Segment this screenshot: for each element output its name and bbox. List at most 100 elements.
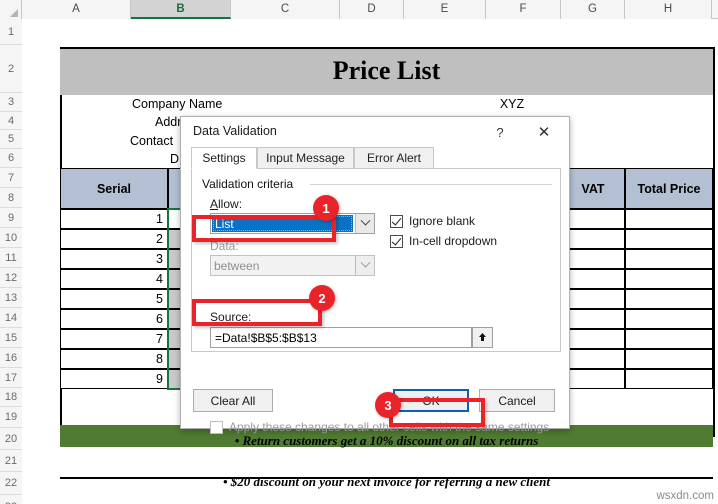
table-row[interactable]: 2 <box>60 229 168 249</box>
row-header-11[interactable]: 11 <box>0 248 22 268</box>
total-price-cell[interactable] <box>625 249 713 269</box>
column-header-g[interactable]: G <box>561 0 625 19</box>
table-row[interactable]: 8 <box>60 349 168 369</box>
row-header-9[interactable]: 9 <box>0 208 22 228</box>
vat-cell[interactable] <box>561 249 625 269</box>
row-header-17[interactable]: 17 <box>0 368 22 388</box>
total-price-cell[interactable] <box>625 329 713 349</box>
annotation-badge-2: 2 <box>309 285 335 311</box>
row-header-2[interactable]: 2 <box>0 45 22 93</box>
data-validation-dialog[interactable]: Data Validation ? ✕ Settings Input Messa… <box>180 116 570 434</box>
tab-error-alert[interactable]: Error Alert <box>354 147 434 169</box>
in-cell-dropdown-checkbox[interactable]: In-cell dropdown <box>390 234 497 248</box>
vat-cell[interactable] <box>561 309 625 329</box>
column-header-d[interactable]: D <box>340 0 404 19</box>
column-header-a[interactable]: A <box>22 0 131 19</box>
row-header-6[interactable]: 6 <box>0 149 22 168</box>
row-header-18[interactable]: 18 <box>0 388 22 407</box>
chevron-down-icon[interactable] <box>355 214 374 233</box>
validation-criteria-label: Validation criteria <box>202 177 299 191</box>
row-header-12[interactable]: 12 <box>0 268 22 288</box>
source-input[interactable]: =Data!$B$5:$B$13 <box>210 327 472 348</box>
column-header-f[interactable]: F <box>486 0 561 19</box>
row-header-7[interactable]: 7 <box>0 168 22 188</box>
checkbox-icon <box>390 214 403 228</box>
data-label: Data: <box>210 239 239 253</box>
chevron-down-icon <box>355 256 374 275</box>
vat-cell[interactable] <box>561 289 625 309</box>
clear-all-button[interactable]: Clear All <box>193 389 273 412</box>
column-header-c[interactable]: C <box>231 0 340 19</box>
total-price-cell[interactable] <box>625 269 713 289</box>
row-header-23[interactable]: 23 <box>0 495 22 504</box>
dialog-title-bar[interactable]: Data Validation ? ✕ <box>181 117 569 147</box>
total-price-cell[interactable] <box>625 309 713 329</box>
range-picker-icon[interactable] <box>472 327 493 348</box>
source-label: Source: <box>210 310 252 324</box>
total-price-cell[interactable] <box>625 289 713 309</box>
ignore-blank-label: Ignore blank <box>409 214 476 228</box>
table-header-serial: Serial <box>60 168 168 209</box>
table-row[interactable]: 5 <box>60 289 168 309</box>
ok-button[interactable]: OK <box>393 389 469 412</box>
row-header-8[interactable]: 8 <box>0 188 22 208</box>
column-header-e[interactable]: E <box>404 0 486 19</box>
vat-cell[interactable] <box>561 269 625 289</box>
clear-all-label: Clear All <box>210 393 256 408</box>
row-header-3[interactable]: 3 <box>0 93 22 112</box>
row-header-16[interactable]: 16 <box>0 348 22 368</box>
row-header-13[interactable]: 13 <box>0 288 22 308</box>
tab-input-message[interactable]: Input Message <box>257 147 354 169</box>
checkbox-icon <box>390 234 403 248</box>
row-header-4[interactable]: 4 <box>0 112 22 130</box>
total-price-cell[interactable] <box>625 349 713 369</box>
vat-cell[interactable] <box>561 369 625 389</box>
data-value: between <box>214 258 260 273</box>
apply-all-checkbox: Apply these changes to all other cells w… <box>210 420 549 434</box>
ignore-blank-checkbox[interactable]: Ignore blank <box>390 214 475 228</box>
allow-label: Allow: <box>210 197 243 211</box>
info-label-contact: Contact <box>130 134 174 148</box>
table-row[interactable]: 7 <box>60 329 168 349</box>
row-header-15[interactable]: 15 <box>0 328 22 348</box>
row-header-20[interactable]: 20 <box>0 428 22 450</box>
apply-all-label: Apply these changes to all other cells w… <box>229 420 550 434</box>
help-icon[interactable]: ? <box>487 121 513 143</box>
table-header-vat: VAT <box>561 168 625 209</box>
cancel-button[interactable]: Cancel <box>479 389 555 412</box>
info-label-company-name: Company Name <box>132 97 223 111</box>
table-row[interactable]: 3 <box>60 249 168 269</box>
row-header-21[interactable]: 21 <box>0 450 22 472</box>
vat-cell[interactable] <box>561 329 625 349</box>
table-row[interactable]: 9 <box>60 369 168 389</box>
row-header-10[interactable]: 10 <box>0 228 22 248</box>
source-label-rest: ource: <box>218 310 252 324</box>
row-header-22[interactable]: 22 <box>0 472 22 495</box>
table-row[interactable]: 1 <box>60 209 168 229</box>
cancel-label: Cancel <box>498 393 536 408</box>
ok-label: OK <box>422 393 440 408</box>
row-header-strip: 1 2 3 4 5 6 7 8 9 10 11 12 13 14 15 16 1… <box>0 19 22 504</box>
tab-settings[interactable]: Settings <box>191 147 257 169</box>
row-header-14[interactable]: 14 <box>0 308 22 328</box>
page-title: Price List <box>332 56 441 85</box>
vat-cell[interactable] <box>561 349 625 369</box>
row-header-5[interactable]: 5 <box>0 130 22 149</box>
annotation-badge-1: 1 <box>313 195 339 221</box>
vat-cell[interactable] <box>561 229 625 249</box>
total-price-cell[interactable] <box>625 209 713 229</box>
select-all-corner[interactable] <box>0 0 22 19</box>
vat-cell[interactable] <box>561 209 625 229</box>
row-header-1[interactable]: 1 <box>0 19 22 45</box>
total-price-cell[interactable] <box>625 229 713 249</box>
select-all-triangle-icon <box>10 9 18 17</box>
allow-dropdown[interactable]: List <box>210 213 375 234</box>
site-watermark: wsxdn.com <box>656 490 714 502</box>
close-icon[interactable]: ✕ <box>529 121 559 143</box>
column-header-h[interactable]: H <box>625 0 712 19</box>
row-header-19[interactable]: 19 <box>0 407 22 428</box>
table-row[interactable]: 6 <box>60 309 168 329</box>
table-row[interactable]: 4 <box>60 269 168 289</box>
total-price-cell[interactable] <box>625 369 713 389</box>
column-header-b[interactable]: B <box>131 0 231 19</box>
